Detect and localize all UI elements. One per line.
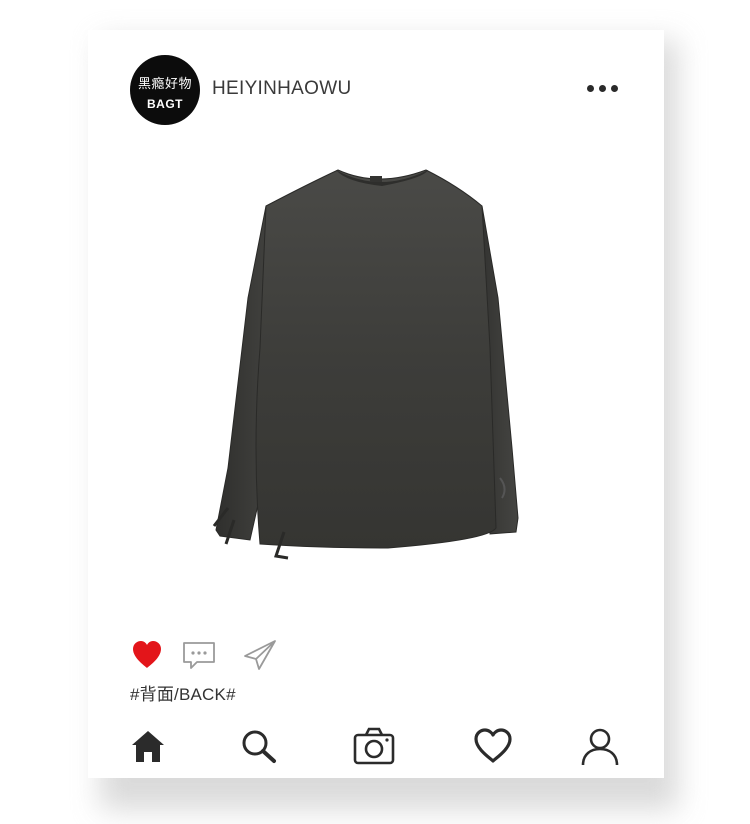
- search-icon[interactable]: [238, 726, 282, 770]
- username[interactable]: HEIYINHAOWU: [212, 78, 351, 100]
- camera-icon[interactable]: [352, 726, 396, 770]
- sweatshirt-image: [212, 169, 519, 560]
- avatar[interactable]: 黑瘾好物 BAGT: [130, 55, 200, 125]
- avatar-brand-en: BAGT: [147, 97, 183, 111]
- more-options-icon[interactable]: [582, 77, 622, 99]
- heart-outline-icon[interactable]: [472, 726, 516, 770]
- post-actions: [88, 638, 664, 682]
- home-icon[interactable]: [128, 726, 172, 770]
- bottom-tab-bar: [88, 720, 664, 778]
- comment-bubble-icon[interactable]: [181, 638, 217, 677]
- post-caption: #背面/BACK#: [130, 685, 236, 704]
- post-card: 黑瘾好物 BAGT HEIYINHAOWU #背面/BACK#: [88, 30, 664, 778]
- post-header: 黑瘾好物 BAGT HEIYINHAOWU: [88, 30, 664, 148]
- paper-plane-icon[interactable]: [242, 638, 278, 677]
- avatar-brand-cn: 黑瘾好物: [137, 76, 192, 91]
- post-image: [88, 148, 664, 638]
- profile-icon[interactable]: [580, 726, 624, 770]
- heart-filled-icon[interactable]: [130, 638, 164, 677]
